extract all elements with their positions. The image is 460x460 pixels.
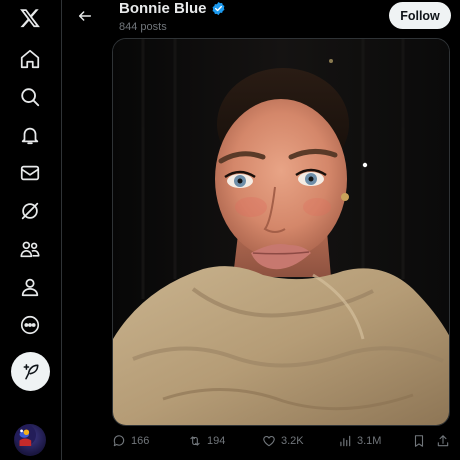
app: Bonnie Blue 844 posts Follow 166 194 3.2…	[0, 0, 460, 460]
views-bar-chart-icon	[340, 435, 351, 447]
page-title: Bonnie Blue	[119, 0, 207, 17]
share-icon	[437, 435, 449, 447]
x-logo-icon[interactable]	[15, 3, 45, 33]
nav-rail	[0, 0, 62, 460]
account-avatar[interactable]	[14, 424, 46, 456]
profile-icon[interactable]	[15, 272, 45, 302]
bookmark-icon	[414, 435, 424, 447]
repost-icon	[190, 436, 200, 446]
post-count: 844 posts	[119, 21, 167, 33]
portrait-photo	[113, 39, 449, 425]
verified-badge-icon	[211, 1, 226, 16]
home-icon[interactable]	[15, 44, 45, 74]
notifications-bell-icon[interactable]	[15, 120, 45, 150]
feather-plus-icon	[23, 363, 38, 379]
follow-button[interactable]: Follow	[389, 2, 451, 29]
profile-header: Bonnie Blue 844 posts Follow	[63, 0, 460, 36]
communities-icon[interactable]	[15, 234, 45, 264]
bookmark-button[interactable]	[412, 434, 426, 448]
title-row: Bonnie Blue	[119, 0, 226, 17]
reply-button[interactable]: 166	[112, 434, 149, 448]
share-button[interactable]	[436, 434, 450, 448]
repost-button[interactable]: 194	[188, 434, 225, 448]
like-button[interactable]: 3.2K	[262, 434, 304, 448]
views-count: 3.1M	[357, 435, 382, 447]
post-media-image[interactable]	[112, 38, 450, 426]
heart-icon	[263, 436, 275, 447]
more-options-icon[interactable]	[15, 310, 45, 340]
views-button[interactable]: 3.1M	[338, 434, 381, 448]
reply-count: 166	[131, 435, 150, 447]
search-icon[interactable]	[15, 82, 45, 112]
like-count: 3.2K	[281, 435, 304, 447]
back-arrow-icon[interactable]	[75, 6, 95, 26]
grok-icon[interactable]	[15, 196, 45, 226]
reply-icon	[113, 435, 125, 447]
compose-post-button[interactable]	[11, 352, 50, 391]
post-action-bar: 166 194 3.2K 3.1M	[112, 432, 454, 454]
repost-count: 194	[207, 435, 226, 447]
messages-mail-icon[interactable]	[15, 158, 45, 188]
